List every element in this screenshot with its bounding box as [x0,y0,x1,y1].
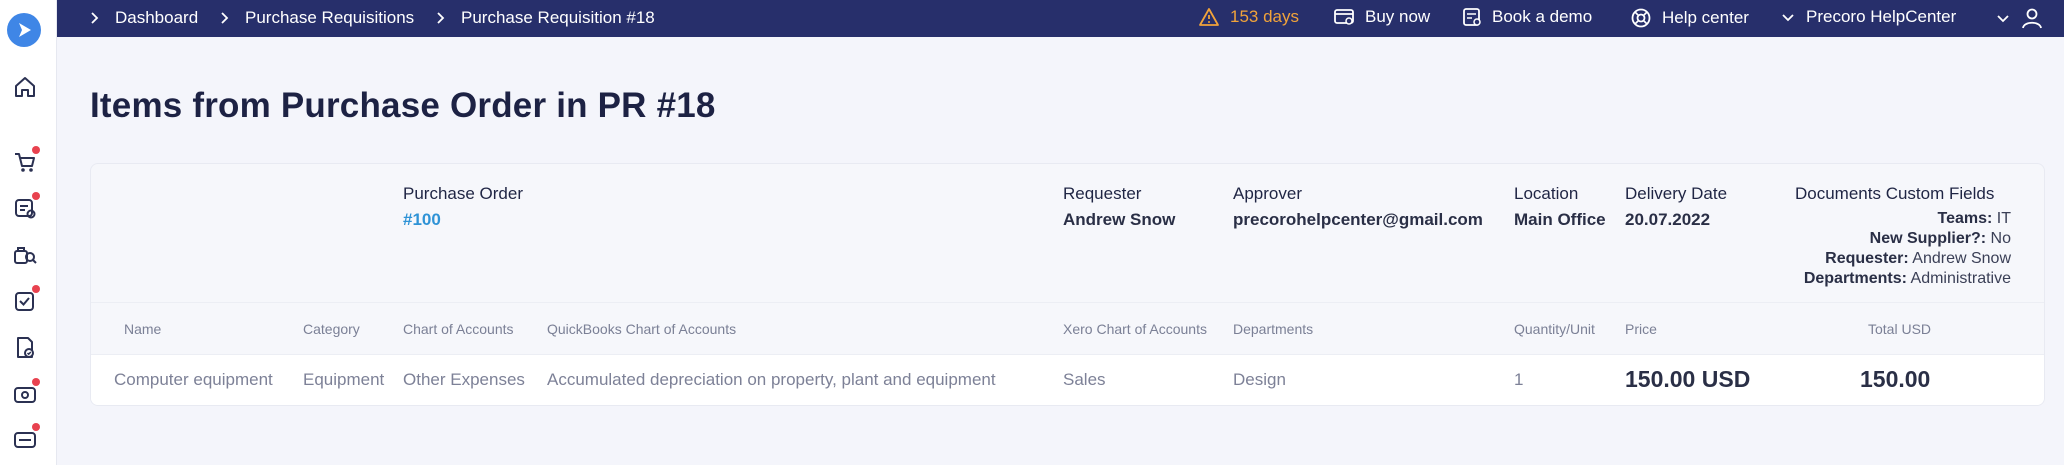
requester-label: Requester [1063,184,1142,203]
custom-field-new-supplier: New Supplier?: No [1870,230,2011,248]
cell-price: 150.00 USD [1625,366,1751,392]
column-header-total: Total USD [1868,321,1932,337]
page-title: Items from Purchase Order in PR #18 [90,86,716,125]
cell-departments: Design [1233,370,1286,389]
purchase-order-label: Purchase Order [403,184,523,203]
breadcrumb-label: Purchase Requisition #18 [461,8,655,27]
column-header-name: Name [124,321,162,337]
warning-icon [1199,8,1219,26]
cart-icon[interactable] [12,146,40,175]
chevron-right-icon [221,12,229,24]
breadcrumb-item-purchase-requisitions[interactable]: Purchase Requisitions [217,8,414,28]
chevron-down-icon [1997,15,2009,23]
breadcrumb-item-dashboard[interactable]: Dashboard [87,8,198,28]
notification-dot [32,285,40,293]
notification-dot [32,423,40,431]
location-value: Main Office [1514,210,1606,229]
card-icon [1334,9,1354,25]
location-label: Location [1514,184,1579,203]
precoro-logo[interactable] [7,13,41,47]
column-header-chart-of-accounts: Chart of Accounts [403,321,514,337]
custom-field-value: Administrative [1910,270,2011,287]
user-icon [2022,8,2042,29]
column-header-xero: Xero Chart of Accounts [1063,321,1207,337]
chevron-right-icon [91,12,99,24]
custom-fields-label: Documents Custom Fields [1795,184,1995,203]
header-divider [91,302,2044,303]
help-center-button[interactable]: Help center [1630,7,1749,29]
approval-icon[interactable] [12,285,40,314]
requester-value: Andrew Snow [1063,210,1176,229]
search-suppliers-icon[interactable] [12,242,38,268]
notification-dot [32,146,40,154]
user-menu[interactable] [1995,7,2053,29]
custom-field-departments: Departments: Administrative [1804,270,2011,288]
payment-icon[interactable] [12,378,40,407]
company-switcher[interactable]: Precoro HelpCenter [1780,7,1956,27]
custom-field-key: New Supplier?: [1869,230,1987,247]
cell-quickbooks: Accumulated depreciation on property, pl… [547,370,996,389]
home-icon[interactable] [12,74,38,100]
column-header-category: Category [303,321,360,337]
custom-field-key: Departments: [1803,270,1907,287]
trial-days-label: 153 days [1230,7,1299,26]
cell-name: Computer equipment [114,370,273,389]
approver-value: precorohelpcenter@gmail.com [1233,210,1483,229]
breadcrumb-item-current: Purchase Requisition #18 [433,8,655,28]
cell-quantity: 1 [1514,370,1524,389]
custom-field-teams: Teams: IT [1937,210,2011,228]
invoice-icon[interactable] [12,335,38,361]
breadcrumb-label: Dashboard [115,8,199,27]
calendar-icon [1463,8,1481,26]
cell-xero: Sales [1063,370,1106,389]
column-header-departments: Departments [1233,321,1314,337]
logo-arrow-icon [19,23,31,37]
chevron-down-icon [1782,14,1794,22]
approver-label: Approver [1233,184,1302,203]
custom-field-key: Teams: [1937,210,1993,227]
custom-field-key: Requester: [1825,250,1909,267]
custom-field-value: No [1990,230,2011,247]
wallet-icon[interactable] [12,423,40,452]
requisition-icon[interactable] [12,192,40,221]
column-header-quantity: Quantity/Unit [1514,321,1595,337]
breadcrumb-label: Purchase Requisitions [245,8,415,27]
trial-days-button[interactable]: 153 days [1198,7,1299,27]
column-header-price: Price [1625,321,1657,337]
purchase-order-link[interactable]: #100 [403,210,441,230]
notification-dot [32,192,40,200]
book-demo-button[interactable]: Book a demo [1462,7,1592,27]
buy-now-label: Buy now [1365,7,1431,26]
chevron-right-icon [437,12,445,24]
custom-fields-list: Teams: IT New Supplier?: No Requester: A… [1691,210,2011,290]
custom-field-value: IT [1996,210,2011,227]
custom-field-value: Andrew Snow [1912,250,2011,267]
sidebar [0,0,57,465]
lifebuoy-icon [1631,8,1651,28]
help-center-label: Help center [1662,8,1749,27]
notification-dot [32,378,40,386]
cell-chart-of-accounts: Other Expenses [403,370,525,389]
order-items-card: Purchase Order #100 Requester Andrew Sno… [90,163,2045,406]
buy-now-button[interactable]: Buy now [1333,7,1430,27]
delivery-date-label: Delivery Date [1625,184,1728,203]
company-label: Precoro HelpCenter [1806,7,1957,26]
column-header-quickbooks: QuickBooks Chart of Accounts [547,321,737,337]
book-demo-label: Book a demo [1492,7,1593,26]
cell-total: 150.00 [1860,366,1931,392]
custom-field-requester: Requester: Andrew Snow [1825,250,2011,268]
cell-category: Equipment [303,370,385,389]
top-bar: Dashboard Purchase Requisitions Purchase… [57,0,2064,37]
